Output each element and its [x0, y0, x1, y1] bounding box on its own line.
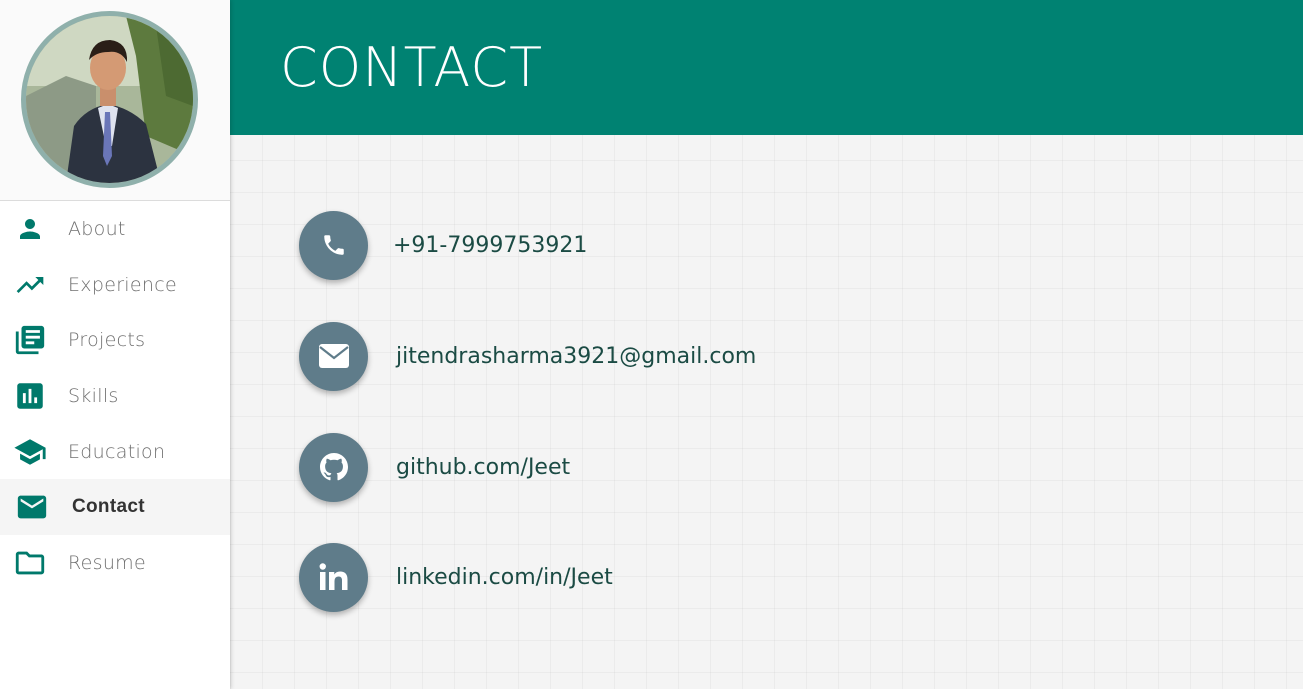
sidebar-item-skills[interactable]: Skills — [0, 368, 230, 424]
github-icon[interactable] — [299, 432, 368, 502]
sidebar-item-contact[interactable]: Contact — [0, 479, 230, 536]
sidebar-item-label: Resume — [68, 551, 146, 574]
sidebar-item-education[interactable]: Education — [0, 424, 230, 480]
sidebar-item-projects[interactable]: Projects — [0, 312, 230, 368]
sidebar-item-label: Skills — [68, 384, 119, 407]
sidebar-item-label: Projects — [68, 329, 146, 352]
page-title: CONTACT — [280, 36, 544, 99]
contact-linkedin-text: linkedin.com/in/Jeet — [396, 564, 613, 590]
trending-up-icon — [13, 269, 47, 301]
main-content: CONTACT +91-7999753921 jitendrasharma392… — [230, 0, 1303, 689]
contact-email[interactable]: jitendrasharma3921@gmail.com — [299, 321, 999, 391]
sidebar-item-about[interactable]: About — [0, 201, 230, 257]
envelope-icon[interactable] — [299, 321, 368, 391]
sidebar-item-label: Experience — [68, 273, 177, 296]
sidebar-item-resume[interactable]: Resume — [0, 535, 230, 591]
sidebar: About Experience Projects Skills Educati… — [0, 0, 230, 689]
profile-header — [0, 0, 230, 201]
contact-email-text: jitendrasharma3921@gmail.com — [396, 343, 757, 369]
sidebar-item-label: Education — [68, 440, 166, 463]
sidebar-item-label: Contact — [72, 496, 145, 518]
bar-chart-icon — [13, 380, 47, 412]
person-icon — [13, 213, 47, 245]
contact-phone-text: +91-7999753921 — [393, 232, 588, 258]
school-icon — [13, 436, 47, 468]
page-header: CONTACT — [230, 0, 1303, 135]
profile-photo — [26, 16, 193, 183]
contact-linkedin[interactable]: linkedin.com/in/Jeet — [299, 542, 999, 612]
profile-avatar — [21, 11, 198, 188]
library-books-icon — [13, 324, 47, 356]
sidebar-item-experience[interactable]: Experience — [0, 257, 230, 313]
phone-icon[interactable] — [299, 210, 368, 280]
linkedin-icon[interactable] — [299, 542, 368, 612]
folder-icon — [13, 547, 47, 579]
sidebar-item-label: About — [68, 217, 126, 240]
mail-icon — [15, 491, 49, 523]
contact-phone[interactable]: +91-7999753921 — [299, 210, 999, 280]
sidebar-nav: About Experience Projects Skills Educati… — [0, 201, 230, 591]
contact-github-text: github.com/Jeet — [396, 454, 571, 480]
contact-github[interactable]: github.com/Jeet — [299, 432, 999, 502]
